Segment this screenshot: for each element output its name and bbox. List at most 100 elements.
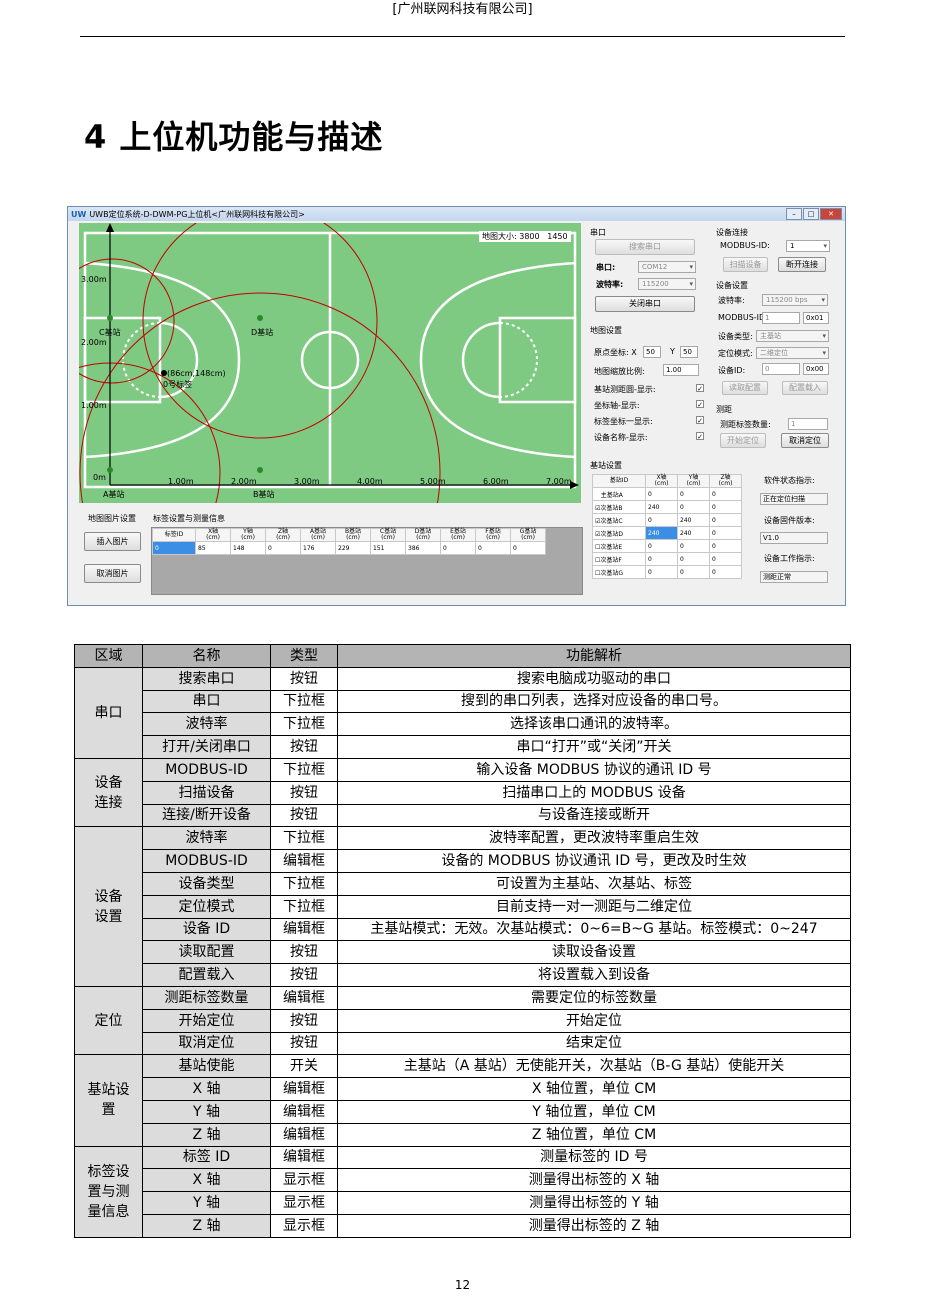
grid-cell[interactable]: 0	[645, 565, 678, 579]
start-locate-button[interactable]: 开始定位	[720, 433, 766, 448]
name-cell: MODBUS-ID	[142, 757, 271, 782]
grid-cell[interactable]: 0	[709, 552, 742, 566]
name-cell: 连接/断开设备	[142, 803, 271, 828]
device-modbus-input[interactable]: 1	[762, 312, 800, 324]
grid-cell[interactable]: 0	[645, 487, 678, 501]
grid-cell[interactable]: 0	[709, 513, 742, 527]
y-tick: 2.00m	[81, 338, 107, 347]
grid-cell[interactable]: 0	[709, 565, 742, 579]
court-drawing	[79, 223, 579, 503]
scan-device-button[interactable]: 扫描设备	[723, 257, 768, 272]
grid-cell[interactable]: 0	[709, 526, 742, 540]
page-header: [广州联网科技有限公司]	[392, 2, 533, 17]
grid-cell[interactable]: 240	[645, 500, 678, 514]
type-cell: 显示框	[270, 1191, 338, 1215]
table-row[interactable]: 主基站A 0 0 0	[592, 487, 742, 501]
station-id: 次基站D	[600, 530, 624, 538]
grid-cell[interactable]: 0	[677, 500, 710, 514]
grid-header: Z轴 (cm)	[709, 474, 742, 488]
name-cell: Z 轴	[142, 1213, 271, 1238]
tag-name: 0号标签	[163, 380, 193, 389]
y-tick: 1.00m	[81, 401, 107, 410]
grid-cell[interactable]: 0	[709, 487, 742, 501]
device-id-input[interactable]: 0	[762, 363, 800, 375]
station-label: C基站	[99, 328, 121, 337]
table-row[interactable]: 0 85 148 0 176 229 151 386 0 0 0	[152, 541, 546, 555]
maximize-button[interactable]: □	[803, 208, 819, 220]
cancel-locate-button[interactable]: 取消定位	[781, 433, 829, 448]
tag-group-label: 标签设置与测量信息	[153, 514, 225, 523]
position-mode-select[interactable]: 二维定位	[756, 347, 829, 359]
show-tag-coord-checkbox[interactable]: ✓	[696, 416, 704, 425]
show-axis-checkbox[interactable]: ✓	[696, 400, 704, 409]
grid-cell[interactable]: 0	[645, 539, 678, 553]
show-range-checkbox[interactable]: ✓	[696, 384, 704, 393]
read-config-button[interactable]: 读取配置	[722, 381, 768, 395]
grid-header: E基站 (cm)	[440, 528, 476, 542]
serial-group-label: 串口	[590, 228, 606, 237]
table-header: 名称	[142, 644, 271, 668]
grid-cell[interactable]: 240	[677, 526, 710, 540]
device-baud-select[interactable]: 115200 bps	[762, 294, 828, 306]
close-port-button[interactable]: 关闭串口	[595, 296, 695, 312]
minimize-button[interactable]: –	[786, 208, 802, 220]
table-row[interactable]: ☐次基站F 0 0 0	[592, 552, 742, 566]
load-config-button[interactable]: 配置载入	[782, 381, 828, 395]
name-cell: 标签 ID	[142, 1145, 271, 1170]
grid-cell: 0	[510, 541, 546, 555]
disconnect-button[interactable]: 断开连接	[778, 257, 826, 272]
origin-x-input[interactable]: 50	[643, 346, 661, 358]
firmware-label: 设备固件版本:	[764, 516, 815, 525]
type-cell: 按钮	[270, 963, 338, 987]
origin-y-input[interactable]: 50	[680, 346, 698, 358]
modbus-id-select[interactable]: 1	[786, 240, 830, 252]
grid-cell[interactable]: 0	[677, 565, 710, 579]
baud-select[interactable]: 115200	[638, 278, 696, 290]
name-cell: X 轴	[142, 1168, 271, 1193]
function-cell: 与设备连接或断开	[337, 803, 851, 828]
grid-cell[interactable]: 0	[709, 500, 742, 514]
grid-cell[interactable]: 240	[645, 526, 678, 540]
grid-cell[interactable]: 0	[152, 541, 196, 555]
grid-cell[interactable]: 240	[677, 513, 710, 527]
port-select[interactable]: COM12	[638, 261, 696, 273]
grid-cell[interactable]: 0	[645, 552, 678, 566]
table-row[interactable]: ☑次基站C 0 240 0	[592, 513, 742, 527]
insert-image-button[interactable]: 插入图片	[84, 532, 141, 551]
grid-cell[interactable]: 0	[677, 487, 710, 501]
map-size-readout: 地图大小: 3800 1450	[479, 231, 571, 242]
grid-cell[interactable]: 0	[677, 552, 710, 566]
device-type-select[interactable]: 主基站	[756, 330, 829, 342]
table-row[interactable]: ☑次基站D 240 240 0	[592, 526, 742, 540]
window-title: UWB定位系统-D-DWM-PG上位机<广州联网科技有限公司>	[89, 209, 305, 219]
function-cell: Y 轴位置，单位 CM	[337, 1099, 851, 1124]
grid-header: Y轴 (cm)	[677, 474, 710, 488]
table-row[interactable]: ☐次基站E 0 0 0	[592, 539, 742, 553]
type-cell: 按钮	[270, 1031, 338, 1056]
table-row[interactable]: ☐次基站G 0 0 0	[592, 565, 742, 579]
table-row: 配置载入 按钮 将设置载入到设备	[75, 963, 851, 987]
table-row[interactable]: ☑次基站B 240 0 0	[592, 500, 742, 514]
show-device-name-checkbox[interactable]: ✓	[696, 432, 704, 441]
device-modbus-hex: 0x01	[803, 312, 829, 324]
type-cell: 下拉框	[270, 871, 338, 896]
scale-input[interactable]: 1.00	[663, 364, 699, 376]
type-cell: 下拉框	[270, 689, 338, 714]
cancel-image-button[interactable]: 取消图片	[84, 564, 141, 583]
area-cell: 标签设 置与测 量信息	[74, 1145, 143, 1238]
x-tick: 1.00m	[168, 477, 194, 486]
port-label: 串口:	[596, 263, 616, 272]
name-cell: 配置载入	[142, 963, 271, 987]
grid-cell[interactable]: 0	[677, 539, 710, 553]
map-canvas[interactable]: 地图大小: 3800 1450 3.00m 2.00m 1.00m 0m 1.0…	[79, 223, 581, 503]
grid-cell[interactable]: 0	[709, 539, 742, 553]
table-row: 取消定位 按钮 结束定位	[75, 1031, 851, 1056]
close-button[interactable]: ✕	[820, 208, 842, 220]
grid-cell[interactable]: 0	[645, 513, 678, 527]
tag-grid: 标签ID X轴 (cm) Y轴 (cm) Z轴 (cm) A基站 (cm) B基…	[152, 528, 546, 555]
baud-label: 波特率:	[596, 280, 624, 289]
tag-count-input[interactable]: 1	[788, 418, 828, 430]
search-port-button[interactable]: 搜索串口	[595, 239, 695, 255]
station-id: 次基站G	[600, 569, 624, 577]
grid-header: F基站 (cm)	[475, 528, 511, 542]
